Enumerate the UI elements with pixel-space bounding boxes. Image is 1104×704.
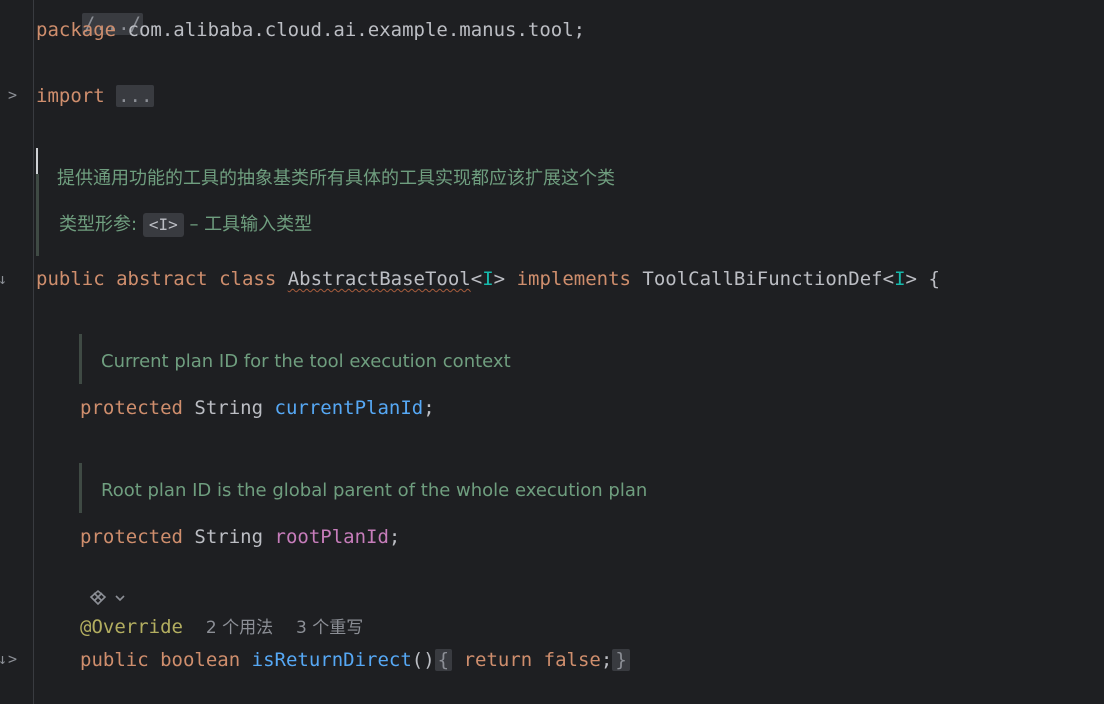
import-keyword: import: [36, 85, 105, 107]
implemented-marker-icon[interactable]: ↓: [0, 272, 7, 287]
implements-keyword: implements: [516, 268, 631, 290]
field1-name[interactable]: currentPlanId: [275, 397, 424, 419]
fold-expand-method-icon[interactable]: >: [8, 652, 17, 667]
field2-doc-bar: [79, 463, 82, 513]
class-declaration[interactable]: public abstract class AbstractBaseTool<I…: [36, 267, 940, 291]
import-declaration[interactable]: import ...: [36, 84, 155, 108]
class-name[interactable]: AbstractBaseTool: [288, 268, 471, 290]
package-keyword: package: [36, 19, 117, 41]
field2-type: String: [194, 526, 264, 548]
class-keyword: class: [219, 268, 277, 290]
code-editor[interactable]: /.../ package com.alibaba.cloud.ai.examp…: [36, 0, 1104, 704]
class-doc-param: 类型形参: <I> – 工具输入类型: [59, 213, 312, 237]
method-body-open[interactable]: {: [434, 649, 453, 671]
iface-type-param: I: [894, 268, 906, 290]
ai-assistant-hint[interactable]: [88, 587, 128, 609]
class-doc-bar: [36, 174, 39, 256]
method-semicolon: ;: [600, 649, 613, 671]
package-declaration[interactable]: package com.alibaba.cloud.ai.example.man…: [36, 18, 585, 42]
iface-type-param-open: <: [882, 268, 895, 290]
import-fold-chip[interactable]: ...: [116, 85, 155, 107]
field2-semicolon: ;: [388, 526, 401, 548]
override-marker-icon[interactable]: ↓: [0, 652, 7, 667]
doc-param-chip: <I>: [142, 213, 184, 237]
protected-keyword: protected: [80, 397, 183, 419]
abstract-keyword: abstract: [116, 268, 208, 290]
ai-spark-icon: [89, 589, 125, 606]
field1-doc-text: Current plan ID for the tool execution c…: [101, 351, 511, 372]
field1-semicolon: ;: [423, 397, 435, 419]
field-current-plan-id[interactable]: protected String currentPlanId;: [80, 396, 435, 420]
public-keyword: public: [36, 268, 105, 290]
method-name[interactable]: isReturnDirect: [252, 649, 412, 671]
false-keyword: false: [543, 649, 601, 671]
method-parens: (): [411, 649, 435, 671]
field2-doc-text: Root plan ID is the global parent of the…: [101, 480, 648, 501]
type-param: I: [482, 268, 494, 290]
doc-param-desc: – 工具输入类型: [189, 214, 313, 235]
method-body-close[interactable]: }: [612, 649, 630, 671]
interface-name[interactable]: ToolCallBiFunctionDef: [642, 268, 882, 290]
override-annotation: @Override: [80, 616, 183, 638]
field-root-plan-id[interactable]: protected String rootPlanId;: [80, 525, 400, 549]
iface-type-param-close: >: [905, 268, 917, 290]
protected-keyword: protected: [80, 526, 183, 548]
package-name: com.alibaba.cloud.ai.example.manus.tool;: [127, 19, 586, 41]
fold-expand-import-icon[interactable]: >: [8, 88, 17, 103]
field1-doc-bar: [79, 334, 82, 384]
class-open-brace: {: [928, 268, 940, 290]
field1-type: String: [194, 397, 264, 419]
usages-hint[interactable]: 2 个用法: [206, 618, 273, 638]
return-keyword: return: [463, 649, 533, 671]
text-cursor: [36, 148, 38, 174]
method-public-keyword: public: [80, 649, 149, 671]
class-doc-text: 提供通用功能的工具的抽象基类所有具体的工具实现都应该扩展这个类: [57, 168, 615, 189]
override-annotation-line[interactable]: @Override 2 个用法 3 个重写: [80, 615, 363, 640]
field2-name[interactable]: rootPlanId: [275, 526, 389, 548]
type-param-close: >: [493, 268, 506, 290]
overrides-hint[interactable]: 3 个重写: [296, 618, 363, 638]
type-param-open: <: [470, 268, 483, 290]
editor-gutter: > ↓ ↓ >: [0, 0, 34, 704]
boolean-keyword: boolean: [160, 649, 241, 671]
method-is-return-direct[interactable]: public boolean isReturnDirect(){ return …: [80, 648, 630, 672]
doc-param-label: 类型形参:: [59, 214, 138, 235]
